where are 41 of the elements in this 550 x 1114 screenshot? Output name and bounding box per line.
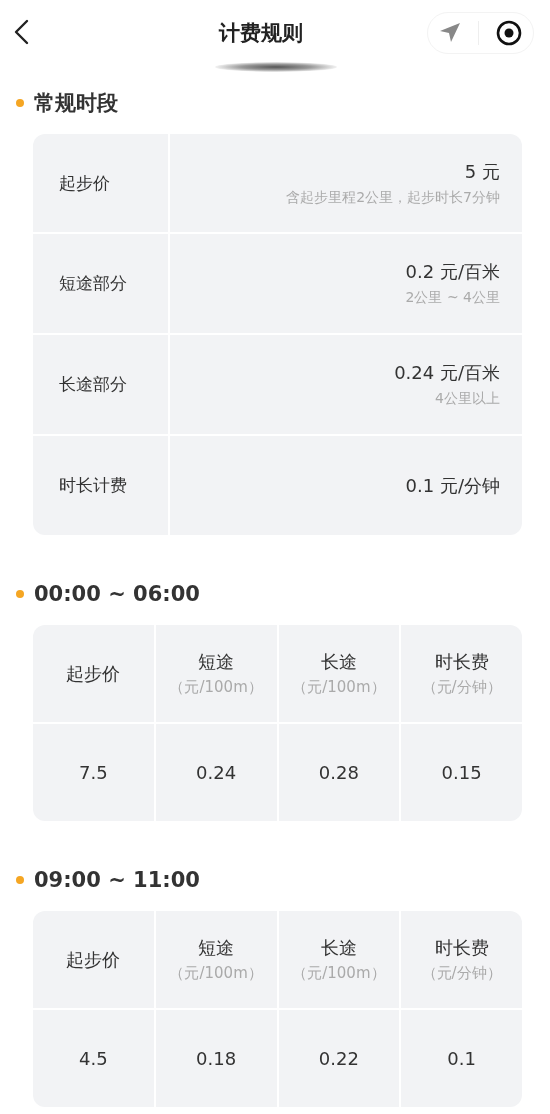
bullet-dot <box>16 876 24 884</box>
column-header: 短途 <box>198 650 235 674</box>
fare-label: 长途部分 <box>33 335 170 434</box>
column-header: 长途 <box>320 650 357 674</box>
fare-label: 起步价 <box>33 134 170 232</box>
section-title: 00:00 ~ 06:00 <box>34 582 200 606</box>
section-title: 常规时段 <box>34 90 118 117</box>
fare-label: 时长计费 <box>33 436 170 535</box>
bullet-dot <box>16 590 24 598</box>
fare-note: 2公里 ~ 4公里 <box>405 289 500 307</box>
unit-label: （元/分钟） <box>421 964 502 983</box>
section-title: 09:00 ~ 11:00 <box>34 868 200 892</box>
table-cell: 0.1 <box>447 1048 476 1069</box>
table-cell: 4.5 <box>79 1048 108 1069</box>
table-cell: 0.15 <box>441 762 482 783</box>
unit-label: （元/100m） <box>292 964 386 983</box>
table-cell: 7.5 <box>79 762 108 783</box>
unit-label: （元/分钟） <box>421 678 502 697</box>
fare-value: 0.24 元/百米 <box>394 361 500 385</box>
fare-label: 短途部分 <box>33 234 170 333</box>
fare-value: 0.2 元/百米 <box>405 260 500 284</box>
fare-value: 0.1 元/分钟 <box>405 473 500 498</box>
column-header: 短途 <box>198 936 235 960</box>
column-header: 起步价 <box>66 661 121 686</box>
column-header: 起步价 <box>66 947 121 972</box>
table-cell: 0.22 <box>318 1048 359 1069</box>
page-title: 计费规则 <box>217 20 304 47</box>
table-cell: 0.28 <box>318 762 359 783</box>
target-icon[interactable] <box>495 19 523 47</box>
column-header: 时长费 <box>434 650 489 674</box>
unit-label: （元/100m） <box>169 964 263 983</box>
fare-value: 5 元 <box>464 159 500 184</box>
bullet-dot <box>16 99 24 107</box>
column-header: 时长费 <box>434 936 489 960</box>
fare-note: 4公里以上 <box>435 390 500 408</box>
table-cell: 0.18 <box>196 1048 237 1069</box>
fare-note: 含起步里程2公里，起步时长7分钟 <box>286 188 500 207</box>
table-cell: 0.24 <box>196 762 237 783</box>
unit-label: （元/100m） <box>169 678 263 697</box>
column-header: 长途 <box>320 936 357 960</box>
unit-label: （元/100m） <box>292 678 386 697</box>
